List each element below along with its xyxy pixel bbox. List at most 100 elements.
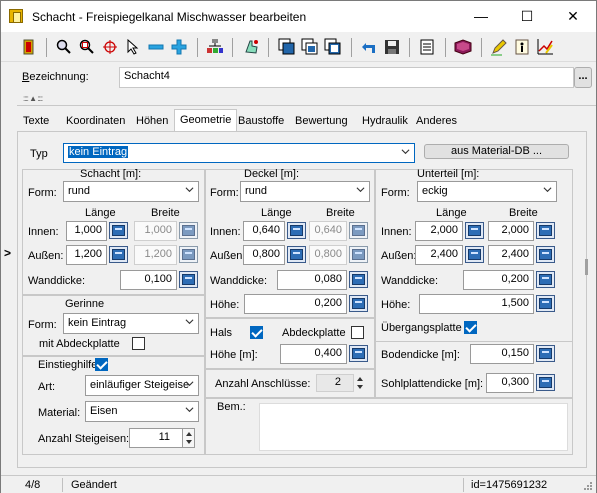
calculator-icon[interactable] xyxy=(536,374,555,391)
einstieg-material-select[interactable]: Eisen xyxy=(85,401,199,422)
typ-select[interactable]: kein Eintrag xyxy=(63,143,415,163)
side-expand-arrow[interactable]: > xyxy=(4,246,11,260)
zoom-plus-icon[interactable] xyxy=(170,38,188,56)
schacht-wanddicke-label: Wanddicke: xyxy=(28,275,86,287)
tab-baustoffe[interactable]: Baustoffe xyxy=(233,111,289,131)
undo-icon[interactable] xyxy=(360,38,378,56)
deckel-wanddicke-field[interactable]: 0,080 xyxy=(277,270,347,290)
tab-bewertung[interactable]: Bewertung xyxy=(290,111,353,131)
calculator-icon[interactable] xyxy=(109,222,128,239)
calculator-icon[interactable] xyxy=(109,246,128,263)
layers-icon[interactable] xyxy=(278,38,296,56)
zoom-minus-icon[interactable] xyxy=(147,38,165,56)
uebergangsplatte-label: Übergangsplatte xyxy=(381,322,462,334)
hals-abdeckplatte-checkbox[interactable] xyxy=(351,326,364,339)
bezeichnung-field[interactable]: Schacht4 xyxy=(119,67,574,88)
document-icon[interactable] xyxy=(418,38,436,56)
schacht-aussen-laenge-field[interactable]: 1,200 xyxy=(66,245,107,265)
zoom-icon[interactable] xyxy=(55,38,73,56)
info-doc-icon[interactable] xyxy=(513,38,531,56)
hals-abdeckplatte-label: Abdeckplatte xyxy=(282,327,346,339)
calculator-icon[interactable] xyxy=(179,271,198,288)
gerinne-abdeckplatte-checkbox[interactable] xyxy=(132,337,145,350)
divider xyxy=(17,105,596,106)
stepper-arrows-icon[interactable] xyxy=(355,374,365,392)
einstieg-art-select[interactable]: einläufiger Steigeise xyxy=(85,375,199,396)
hals-checkbox[interactable] xyxy=(250,326,263,339)
pen-icon[interactable] xyxy=(490,38,508,56)
tab-hydraulik[interactable]: Hydraulik xyxy=(357,111,413,131)
crosshair-icon[interactable] xyxy=(101,38,119,56)
hals-hoehe-field[interactable]: 0,400 xyxy=(280,344,347,364)
unterteil-aussen-breite-field[interactable]: 2,400 xyxy=(488,245,534,265)
unterteil-form-select[interactable]: eckig xyxy=(417,181,557,202)
save-icon[interactable] xyxy=(383,38,401,56)
tab-h-hen[interactable]: Höhen xyxy=(131,111,173,131)
unterteil-innen-laenge-field[interactable]: 2,000 xyxy=(415,221,463,241)
material-db-button[interactable]: aus Material-DB ... xyxy=(424,144,569,159)
resize-grip-icon[interactable] xyxy=(583,481,593,491)
tab-koordinaten[interactable]: Koordinaten xyxy=(61,111,130,131)
maximize-button[interactable]: ☐ xyxy=(504,1,550,32)
calculator-icon[interactable] xyxy=(536,295,555,312)
schacht-form-select[interactable]: rund xyxy=(63,181,199,202)
chevron-down-icon xyxy=(185,407,194,413)
deckel-hoehe-field[interactable]: 0,200 xyxy=(244,294,347,314)
calculator-icon[interactable] xyxy=(536,222,555,239)
bodendicke-field[interactable]: 0,150 xyxy=(470,344,534,364)
gerinne-form-select[interactable]: kein Eintrag xyxy=(63,313,199,334)
calculator-icon[interactable] xyxy=(287,222,306,239)
calculator-icon[interactable] xyxy=(465,222,484,239)
layers-copy-icon[interactable] xyxy=(324,38,342,56)
bem-textarea[interactable] xyxy=(259,403,568,451)
close-button[interactable]: ✕ xyxy=(550,1,596,32)
unterteil-innen-breite-field[interactable]: 2,000 xyxy=(488,221,534,241)
tab-anderes[interactable]: Anderes xyxy=(411,111,462,131)
calculator-icon[interactable] xyxy=(536,246,555,263)
app-icon xyxy=(9,9,23,23)
calculator-icon[interactable] xyxy=(536,271,555,288)
anzahl-stepper[interactable] xyxy=(183,428,195,448)
network-icon[interactable] xyxy=(206,38,224,56)
deckel-form-select[interactable]: rund xyxy=(240,181,370,202)
schacht-wanddicke-field[interactable]: 0,100 xyxy=(120,270,177,290)
book-icon[interactable] xyxy=(454,38,472,56)
minimize-button[interactable]: — xyxy=(458,1,504,32)
schacht-innen-breite-field: 1,000 xyxy=(134,221,177,241)
unterteil-hoehe-field[interactable]: 1,500 xyxy=(419,294,534,314)
anschluesse-field: 2 xyxy=(316,374,354,392)
calculator-icon[interactable] xyxy=(349,295,368,312)
scrollbar-thumb[interactable] xyxy=(585,259,588,275)
zoom-window-icon[interactable] xyxy=(78,38,96,56)
tab-texte[interactable]: Texte xyxy=(18,111,54,131)
hand-pointer-icon[interactable] xyxy=(242,38,260,56)
calculator-icon[interactable] xyxy=(349,271,368,288)
splitter-handle[interactable]: :::: ▲ :::: xyxy=(23,94,43,103)
schacht-innen-laenge-field[interactable]: 1,000 xyxy=(66,221,107,241)
schacht-aussen-label: Außen: xyxy=(28,250,64,262)
calculator-icon[interactable] xyxy=(349,345,368,362)
pointer-icon[interactable] xyxy=(124,38,142,56)
bem-label: Bem.: xyxy=(217,401,246,413)
sohlplattendicke-field[interactable]: 0,300 xyxy=(486,373,534,393)
bezeichnung-more-button[interactable]: ... xyxy=(574,67,592,88)
chart-edit-icon[interactable] xyxy=(536,38,554,56)
exit-icon[interactable] xyxy=(20,38,38,56)
unterteil-aussen-laenge-field[interactable]: 2,400 xyxy=(415,245,463,265)
calculator-icon[interactable] xyxy=(465,246,484,263)
toolbar xyxy=(1,32,596,62)
deckel-form-label: Form: xyxy=(210,187,239,199)
deckel-aussen-laenge-field[interactable]: 0,800 xyxy=(243,245,285,265)
uebergangsplatte-checkbox[interactable] xyxy=(464,321,477,334)
toolbar-separator xyxy=(409,38,410,57)
layers-edit-icon[interactable] xyxy=(301,38,319,56)
calculator-icon[interactable] xyxy=(536,345,555,362)
toolbar-separator xyxy=(481,38,482,57)
einstieg-anzahl-label: Anzahl Steigeisen: xyxy=(38,433,130,445)
einstieg-checkbox[interactable] xyxy=(95,358,108,371)
unterteil-wanddicke-field[interactable]: 0,200 xyxy=(463,270,534,290)
tab-geometrie[interactable]: Geometrie xyxy=(174,109,238,132)
calculator-icon[interactable] xyxy=(287,246,306,263)
einstieg-anzahl-field[interactable]: 11 xyxy=(129,428,183,448)
deckel-innen-laenge-field[interactable]: 0,640 xyxy=(243,221,285,241)
